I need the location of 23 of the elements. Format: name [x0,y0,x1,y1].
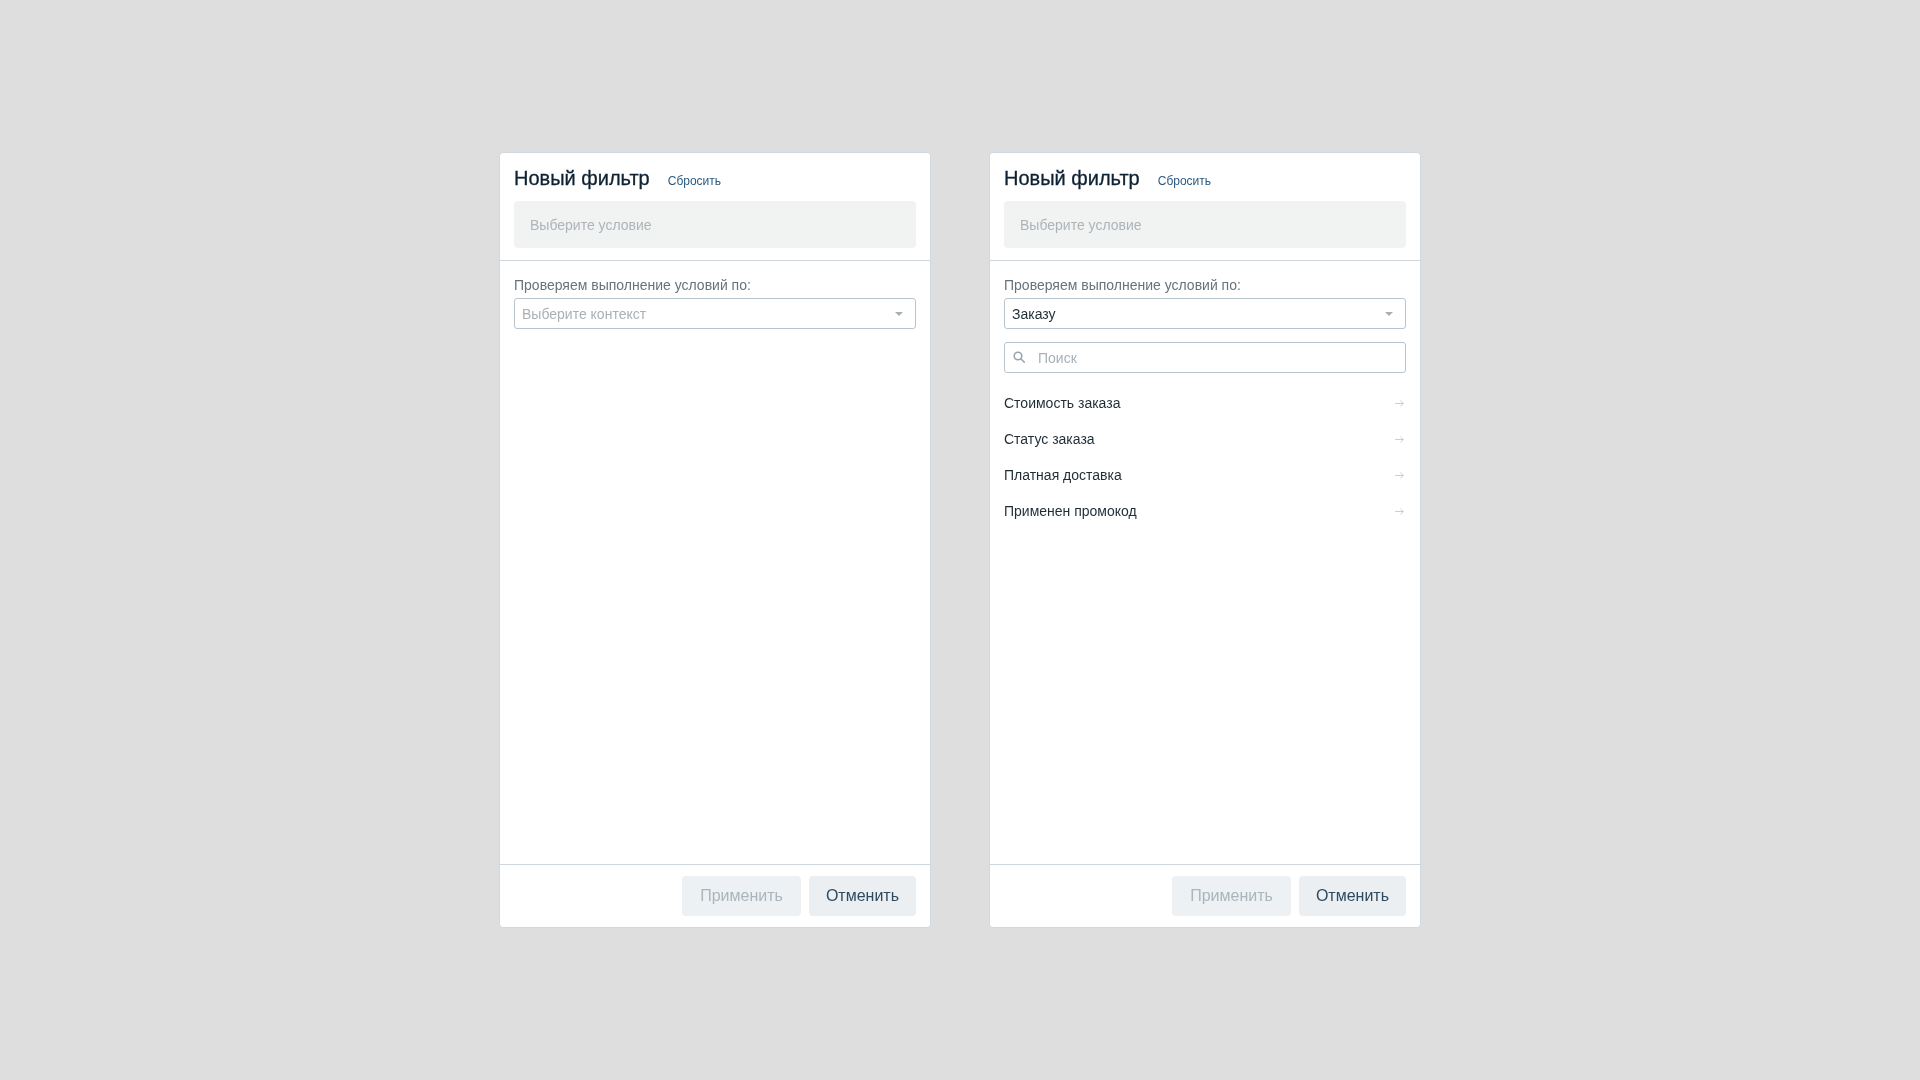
panel-title: Новый фильтр [1004,166,1140,191]
cancel-button[interactable]: Отменить [808,876,916,916]
search-field[interactable]: Поиск [1004,342,1406,373]
reset-link[interactable]: Сбросить [1157,174,1212,188]
cancel-button[interactable]: Отменить [1298,876,1406,916]
context-label: Проверяем выполнение условий по: [514,276,752,294]
arrow-right-icon [1395,471,1404,479]
reset-link[interactable]: Сбросить [667,174,722,188]
caret-icon [1385,311,1393,316]
condition-option[interactable]: Применен промокод [1004,493,1406,529]
condition-option[interactable]: Стоимость заказа [1004,385,1406,421]
context-label: Проверяем выполнение условий по: [1004,276,1242,294]
panel-title: Новый фильтр [514,166,650,191]
caret-icon [895,311,903,316]
condition-option[interactable]: Платная доставка [1004,457,1406,493]
arrow-right-icon [1395,435,1404,443]
context-select[interactable]: Заказу [1004,298,1406,329]
arrow-right-icon [1395,399,1404,407]
search-icon [1013,351,1025,363]
condition-option[interactable]: Статус заказа [1004,421,1406,457]
condition-field[interactable]: Выберите условие [514,201,916,248]
arrow-right-icon [1395,507,1404,515]
condition-field[interactable]: Выберите условие [1004,201,1406,248]
